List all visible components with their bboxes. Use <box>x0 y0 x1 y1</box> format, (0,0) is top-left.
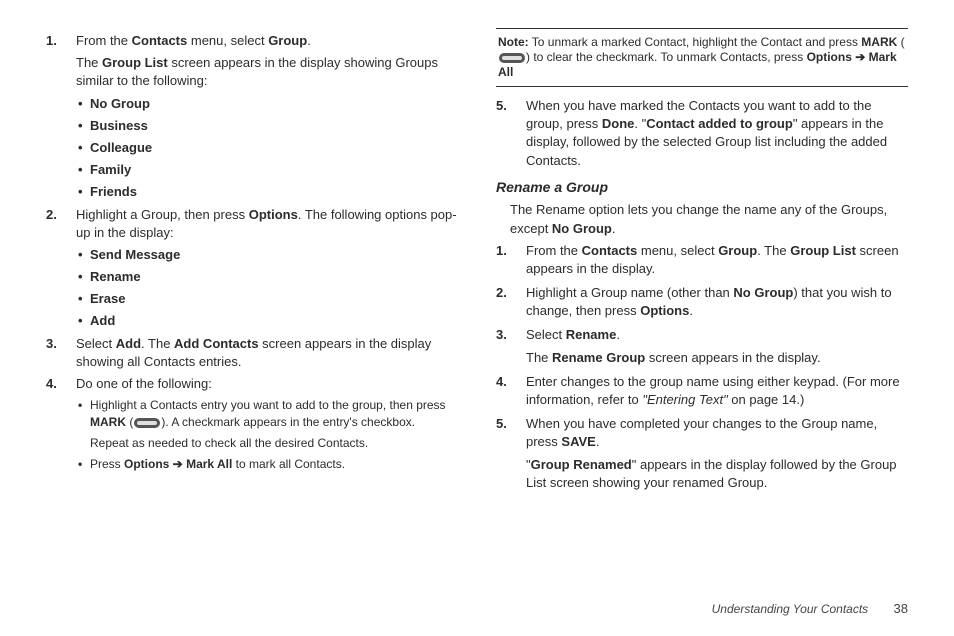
step-1-desc: The Group List screen appears in the dis… <box>76 54 458 90</box>
mark-key-icon <box>134 418 160 428</box>
step-number: 1. <box>496 242 507 260</box>
rename-step-3-desc: The Rename Group screen appears in the d… <box>526 349 908 367</box>
group-item: Business <box>76 117 458 135</box>
page-number: 38 <box>894 601 908 616</box>
choice-item: Press Options ➔ Mark All to mark all Con… <box>76 456 458 473</box>
rename-heading: Rename a Group <box>496 178 908 198</box>
group-list: No Group Business Colleague Family Frien… <box>76 95 458 202</box>
step-4: 4. Do one of the following: Highlight a … <box>46 375 458 472</box>
step-3-text: Select Add. The Add Contacts screen appe… <box>76 335 458 371</box>
step-5-text: When you have marked the Contacts you wa… <box>526 97 908 170</box>
step-number: 5. <box>496 415 507 433</box>
left-column: 1. From the Contacts menu, select Group.… <box>46 28 458 498</box>
step-number: 1. <box>46 32 57 50</box>
rename-intro: The Rename option lets you change the na… <box>496 201 908 237</box>
page-footer: Understanding Your Contacts 38 <box>712 600 908 618</box>
rename-step-4: 4. Enter changes to the group name using… <box>496 373 908 409</box>
step-number: 3. <box>496 326 507 344</box>
mark-key-icon <box>499 53 525 63</box>
right-column: Note: To unmark a marked Contact, highli… <box>496 28 908 498</box>
rename-step-2: 2. Highlight a Group name (other than No… <box>496 284 908 320</box>
footer-title: Understanding Your Contacts <box>712 602 869 616</box>
rename-step-5-desc: "Group Renamed" appears in the display f… <box>526 456 908 492</box>
step-1-text: From the Contacts menu, select Group. <box>76 32 458 50</box>
choice-list: Highlight a Contacts entry you want to a… <box>76 397 458 472</box>
step-3: 3. Select Add. The Add Contacts screen a… <box>46 335 458 371</box>
step-number: 5. <box>496 97 507 115</box>
group-item: Colleague <box>76 139 458 157</box>
step-number: 4. <box>46 375 57 393</box>
option-item: Add <box>76 312 458 330</box>
document-page: 1. From the Contacts menu, select Group.… <box>0 0 954 636</box>
step-number: 3. <box>46 335 57 353</box>
step-2-text: Highlight a Group, then press Options. T… <box>76 206 458 242</box>
choice-item: Highlight a Contacts entry you want to a… <box>76 397 458 451</box>
options-list: Send Message Rename Erase Add <box>76 246 458 331</box>
option-item: Rename <box>76 268 458 286</box>
repeat-text: Repeat as needed to check all the desire… <box>90 435 458 452</box>
step-number: 2. <box>46 206 57 224</box>
rename-step-1: 1. From the Contacts menu, select Group.… <box>496 242 908 278</box>
group-item: Family <box>76 161 458 179</box>
columns: 1. From the Contacts menu, select Group.… <box>0 0 954 498</box>
step-number: 4. <box>496 373 507 391</box>
rename-step-5: 5. When you have completed your changes … <box>496 415 908 492</box>
step-5: 5. When you have marked the Contacts you… <box>496 97 908 170</box>
option-item: Send Message <box>76 246 458 264</box>
step-number: 2. <box>496 284 507 302</box>
rename-step-3: 3. Select Rename. The Rename Group scree… <box>496 326 908 366</box>
option-item: Erase <box>76 290 458 308</box>
step-4-title: Do one of the following: <box>76 375 458 393</box>
group-item: No Group <box>76 95 458 113</box>
note-box: Note: To unmark a marked Contact, highli… <box>496 28 908 87</box>
step-1: 1. From the Contacts menu, select Group.… <box>46 32 458 202</box>
step-2: 2. Highlight a Group, then press Options… <box>46 206 458 331</box>
group-item: Friends <box>76 183 458 201</box>
